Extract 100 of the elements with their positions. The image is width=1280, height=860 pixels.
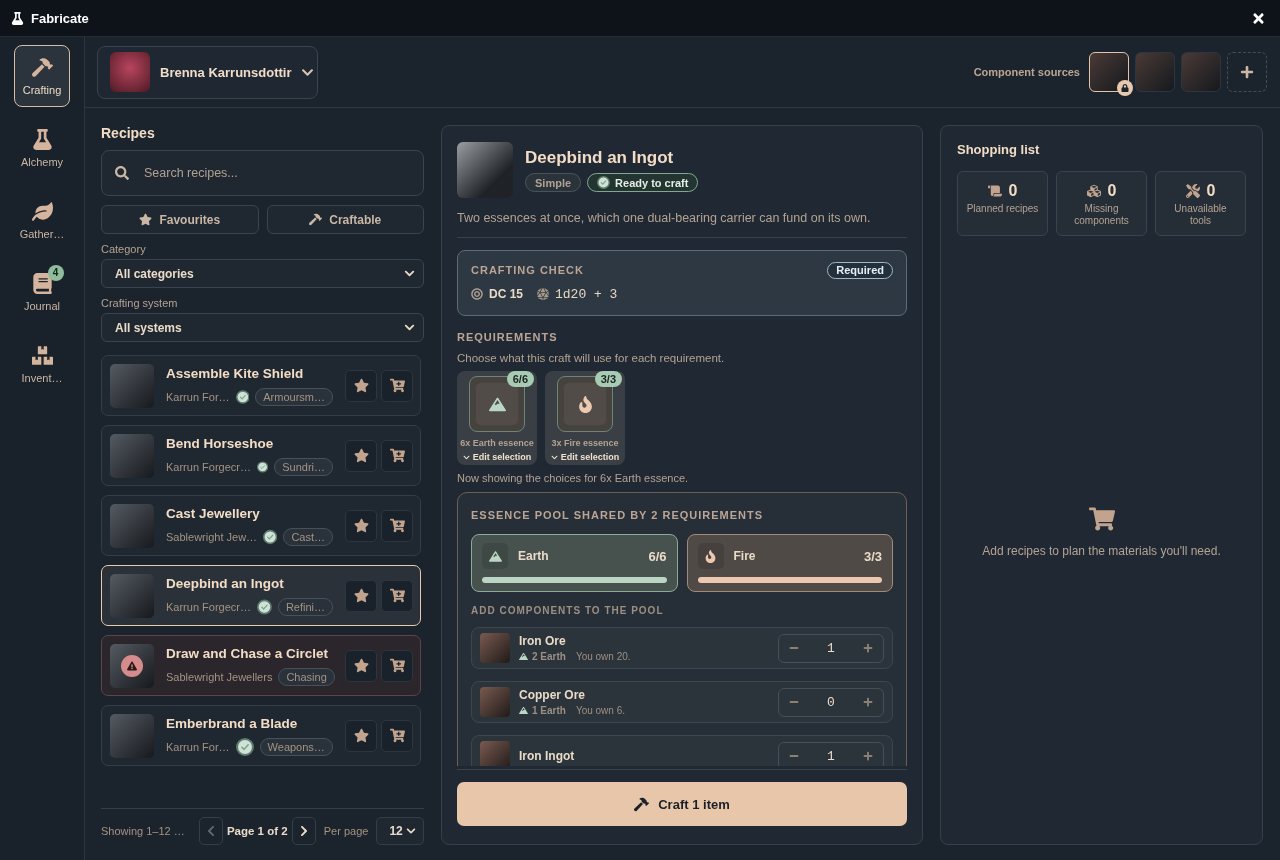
add-to-cart-button[interactable] — [381, 509, 413, 542]
hammer-icon — [309, 213, 323, 226]
difficulty-class: DC 15 — [489, 287, 523, 301]
field-label: Crafting system — [101, 297, 179, 310]
add-source-button[interactable] — [1227, 52, 1267, 92]
roll-formula: 1d20 + 3 — [555, 286, 618, 302]
recipe-system: Karrun Forgecr… — [166, 600, 251, 613]
mountain-icon — [519, 706, 528, 715]
filter-button[interactable]: Craftable — [266, 205, 424, 234]
per-page-label: Per page — [323, 825, 369, 837]
scroll-icon — [987, 184, 1002, 198]
page-indicator: Page 1 of 2 — [226, 825, 288, 837]
plus-icon — [863, 643, 873, 653]
star-icon — [353, 448, 369, 463]
chevron-down-icon — [406, 826, 416, 836]
cubes-icon — [1086, 184, 1101, 198]
favourite-button[interactable] — [345, 579, 377, 612]
nav-tab[interactable]: Crafting — [14, 45, 70, 107]
component-name: Copper Ore — [519, 688, 586, 702]
recipe-system: Karrun For… — [166, 390, 230, 403]
quantity-stepper[interactable]: 1 — [778, 633, 884, 663]
favourite-button[interactable] — [345, 369, 377, 402]
recipe-item[interactable]: Emberbrand a Blade Karrun For… Weapons… — [101, 705, 421, 766]
item-image — [110, 573, 154, 618]
requirement-label: 6x Earth essence — [460, 438, 534, 449]
add-to-cart-button[interactable] — [381, 649, 413, 682]
chevron-down-icon — [462, 454, 470, 461]
add-to-cart-button[interactable] — [381, 439, 413, 472]
count-badge: 4 — [47, 264, 64, 281]
stat-label: Unavailable tools — [1173, 203, 1228, 227]
chevron-down-icon — [404, 268, 415, 279]
chevron-down-icon — [550, 454, 558, 461]
craft-button[interactable]: Craft 1 item — [457, 782, 907, 826]
flask-icon — [31, 128, 53, 150]
favourite-button[interactable] — [345, 649, 377, 682]
dice-icon — [537, 288, 549, 300]
recipe-item[interactable]: Deepbind an Ingot Karrun Forgecr… Refini… — [101, 565, 421, 626]
search-field[interactable]: Search recipes... — [101, 150, 424, 196]
stat-label: Missing components — [1073, 203, 1130, 227]
nav-tab[interactable]: 4 Journal — [14, 261, 70, 323]
category-tag: Weapons… — [259, 737, 333, 756]
add-to-cart-button[interactable] — [381, 579, 413, 612]
nav-tab[interactable]: Gather… — [14, 189, 70, 251]
requirement-tile[interactable]: 6/6 6x Earth essence Edit selection — [457, 371, 537, 465]
recipe-item[interactable]: Cast Jewellery Sablewright Jew… Cast… — [101, 495, 421, 556]
recipe-item[interactable]: Bend Horseshoe Karrun Forgecr… Sundri… — [101, 425, 421, 486]
add-to-cart-button[interactable] — [381, 369, 413, 402]
category-tag: Refini… — [277, 597, 333, 616]
requirement-tile[interactable]: 3/3 3x Fire essence Edit selection — [545, 371, 625, 465]
cart-plus-icon — [389, 588, 405, 603]
count-badge: 6/6 — [506, 371, 534, 387]
edit-selection-button[interactable]: Edit selection — [462, 452, 532, 463]
stat-label: Planned recipes — [966, 203, 1039, 215]
edit-selection-button[interactable]: Edit selection — [550, 452, 620, 463]
cart-plus-icon — [389, 658, 405, 673]
item-image — [110, 363, 154, 408]
results-summary: Showing 1–12 … — [101, 825, 185, 837]
mountain-icon — [482, 543, 508, 569]
plus-icon — [863, 697, 873, 707]
category-tag: Cast… — [283, 527, 333, 546]
recipe-name: Emberbrand a Blade — [166, 715, 299, 732]
stat-value: 0 — [1107, 182, 1117, 200]
recipe-system: Sablewright Jew… — [166, 530, 258, 543]
close-button[interactable] — [1251, 10, 1266, 26]
recipe-name: Draw and Chase a Circlet — [166, 645, 330, 662]
close-icon — [1251, 10, 1266, 26]
category-select[interactable]: All categories — [101, 259, 424, 288]
recipe-title: Deepbind an Ingot — [525, 148, 675, 168]
cart-plus-icon — [389, 378, 405, 393]
item-image — [457, 142, 513, 198]
quantity-stepper[interactable]: 1 — [778, 741, 884, 766]
quantity-stepper[interactable]: 0 — [778, 687, 884, 717]
add-to-cart-button[interactable] — [381, 719, 413, 752]
section-heading: ADD COMPONENTS TO THE POOL — [471, 604, 665, 617]
essence-name: Earth — [518, 549, 549, 563]
character-select[interactable]: Brenna Karrunsdottir — [97, 45, 318, 99]
favourite-button[interactable] — [345, 439, 377, 472]
cart-plus-icon — [389, 448, 405, 463]
recipe-system: Karrun For… — [166, 740, 230, 753]
count-badge: 3/3 — [594, 371, 622, 387]
next-page-button[interactable] — [291, 817, 316, 845]
check-icon — [597, 176, 611, 189]
tag-label: Simple — [535, 176, 572, 189]
book-icon — [31, 272, 53, 294]
system-select[interactable]: All systems — [101, 313, 424, 342]
per-page-select[interactable]: 12 — [376, 817, 424, 845]
star-icon — [353, 518, 369, 533]
favourite-button[interactable] — [345, 719, 377, 752]
item-image — [480, 633, 510, 663]
essence-yield: 1 Earth — [532, 705, 566, 716]
nav-tab[interactable]: Invent… — [14, 333, 70, 395]
recipe-item[interactable]: Assemble Kite Shield Karrun For… Armoursm… — [101, 355, 421, 416]
favourite-button[interactable] — [345, 509, 377, 542]
flask-icon — [11, 11, 24, 25]
item-image — [480, 687, 510, 717]
stat-value: 0 — [1206, 182, 1216, 200]
quantity-value: 1 — [827, 640, 835, 656]
recipe-item[interactable]: Draw and Chase a Circlet Sablewright Jewellers Chasing — [101, 635, 421, 696]
filter-button[interactable]: Favourites — [101, 205, 259, 234]
nav-tab[interactable]: Alchemy — [14, 117, 70, 179]
